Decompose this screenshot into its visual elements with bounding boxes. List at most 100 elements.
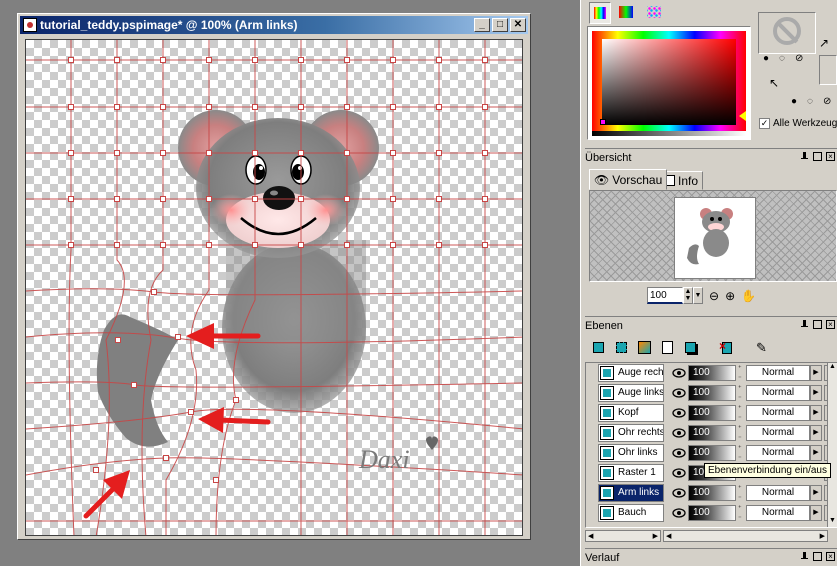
scroll-down-icon[interactable]: ▼: [828, 517, 837, 527]
mesh-node[interactable]: [344, 104, 350, 110]
visibility-eye-icon[interactable]: [672, 427, 686, 439]
foreground-swatch[interactable]: [758, 12, 816, 54]
pin-icon[interactable]: [800, 320, 809, 329]
mesh-node[interactable]: [151, 289, 157, 295]
overview-thumbnail[interactable]: [674, 197, 756, 279]
tab-vorschau[interactable]: 👁 Vorschau: [589, 169, 668, 190]
names-hscrollbar[interactable]: ◀ ▶: [585, 530, 661, 542]
mesh-node[interactable]: [298, 57, 304, 63]
mesh-node[interactable]: [482, 57, 488, 63]
delete-layer-icon[interactable]: ×: [717, 338, 737, 358]
saturation-value-square[interactable]: [602, 39, 736, 125]
new-adjustment-layer-icon[interactable]: [635, 338, 655, 358]
new-vector-layer-icon[interactable]: [612, 338, 632, 358]
layer-row[interactable]: Kopf 100 ⁺ ₋ Normal ▶: [586, 403, 837, 423]
pan-hand-icon[interactable]: ✋: [741, 289, 756, 303]
background-swatch[interactable]: [819, 55, 837, 85]
gradient-icon[interactable]: ◌: [779, 53, 795, 67]
blend-mode-arrow-icon[interactable]: ▶: [810, 505, 822, 521]
opacity-spinner[interactable]: ⁺₋: [738, 385, 744, 401]
grayscale-strip[interactable]: [592, 131, 746, 136]
visibility-eye-icon[interactable]: [672, 487, 686, 499]
overview-preview-area[interactable]: [589, 190, 837, 282]
psp-document-icon[interactable]: [23, 18, 37, 32]
blend-mode-select[interactable]: Normal: [746, 385, 810, 401]
swap-colors-icon[interactable]: ↗: [819, 36, 829, 50]
mesh-node[interactable]: [390, 57, 396, 63]
blend-mode-select[interactable]: Normal: [746, 445, 810, 461]
new-raster-layer-icon[interactable]: [589, 338, 609, 358]
blend-mode-select[interactable]: Normal: [746, 485, 810, 501]
visibility-eye-icon[interactable]: [672, 507, 686, 519]
mesh-node[interactable]: [114, 242, 120, 248]
blend-mode-select[interactable]: Normal: [746, 405, 810, 421]
mesh-node[interactable]: [344, 196, 350, 202]
mesh-node[interactable]: [68, 196, 74, 202]
layer-row[interactable]: Arm links 100 ⁺ ₋ Normal ▶: [586, 483, 837, 503]
mesh-node[interactable]: [175, 334, 181, 340]
mesh-node[interactable]: [206, 196, 212, 202]
mesh-node[interactable]: [233, 397, 239, 403]
history-panel-header[interactable]: Verlauf ×: [585, 548, 837, 566]
minimize-button[interactable]: _: [474, 18, 490, 32]
zoom-in-icon[interactable]: ⊕: [725, 289, 735, 303]
mesh-node[interactable]: [390, 196, 396, 202]
close-panel-button[interactable]: ×: [826, 320, 835, 329]
bg-solid-icon[interactable]: ●: [791, 96, 807, 110]
restore-panel-button[interactable]: [813, 552, 822, 561]
mesh-node[interactable]: [93, 467, 99, 473]
mesh-node[interactable]: [390, 150, 396, 156]
mesh-node[interactable]: [482, 150, 488, 156]
mesh-node[interactable]: [131, 382, 137, 388]
mesh-node[interactable]: [436, 57, 442, 63]
image-canvas[interactable]: Daxi: [25, 39, 523, 536]
bg-gradient-icon[interactable]: ◌: [807, 96, 823, 110]
spectrum-tab[interactable]: [615, 2, 637, 24]
bg-no-fill-icon[interactable]: ⊘: [823, 96, 837, 110]
reset-colors-icon[interactable]: ↖: [769, 76, 779, 90]
opacity-spinner[interactable]: ⁺₋: [738, 505, 744, 521]
mesh-node[interactable]: [252, 104, 258, 110]
layers-list[interactable]: Auge rech 100 ⁺ ₋ Normal ▶ Auge links 100 ⁺ ₋ Norm…: [585, 362, 837, 528]
mesh-node[interactable]: [206, 57, 212, 63]
layer-opacity[interactable]: 100: [688, 485, 736, 501]
visibility-eye-icon[interactable]: [672, 447, 686, 459]
mesh-node[interactable]: [390, 104, 396, 110]
pin-icon[interactable]: [800, 152, 809, 161]
mesh-node[interactable]: [298, 196, 304, 202]
mesh-node[interactable]: [344, 150, 350, 156]
layer-row[interactable]: Auge rech 100 ⁺ ₋ Normal ▶: [586, 363, 837, 383]
mesh-node[interactable]: [482, 196, 488, 202]
blend-mode-select[interactable]: Normal: [746, 425, 810, 441]
layer-row[interactable]: Bauch 100 ⁺ ₋ Normal ▶: [586, 503, 837, 523]
close-panel-button[interactable]: ×: [826, 552, 835, 561]
mesh-node[interactable]: [160, 150, 166, 156]
mesh-node[interactable]: [206, 104, 212, 110]
mesh-node[interactable]: [213, 477, 219, 483]
mesh-node[interactable]: [482, 104, 488, 110]
layer-opacity[interactable]: 100: [688, 385, 736, 401]
layer-opacity[interactable]: 100: [688, 365, 736, 381]
opacity-spinner[interactable]: ⁺₋: [738, 405, 744, 421]
mesh-node[interactable]: [163, 455, 169, 461]
mesh-node[interactable]: [206, 242, 212, 248]
mesh-node[interactable]: [344, 57, 350, 63]
restore-panel-button[interactable]: [813, 320, 822, 329]
layer-row[interactable]: Ohr rechts 100 ⁺ ₋ Normal ▶: [586, 423, 837, 443]
blend-mode-arrow-icon[interactable]: ▶: [810, 405, 822, 421]
layer-row[interactable]: Ohr links 100 ⁺ ₋ Normal ▶: [586, 443, 837, 463]
mesh-node[interactable]: [114, 196, 120, 202]
solid-color-icon[interactable]: ●: [763, 53, 779, 67]
blend-mode-arrow-icon[interactable]: ▶: [810, 485, 822, 501]
blend-mode-arrow-icon[interactable]: ▶: [810, 425, 822, 441]
mesh-node[interactable]: [252, 57, 258, 63]
mesh-node[interactable]: [252, 150, 258, 156]
zoom-spinner[interactable]: ▲ ▼: [683, 287, 693, 304]
canvas-artwork[interactable]: Daxi: [26, 40, 523, 536]
mesh-node[interactable]: [298, 104, 304, 110]
mesh-node[interactable]: [436, 150, 442, 156]
zoom-dropdown-button[interactable]: ▼: [693, 287, 703, 304]
no-fill-icon[interactable]: ⊘: [795, 53, 811, 67]
layer-opacity[interactable]: 100: [688, 405, 736, 421]
visibility-eye-icon[interactable]: [672, 367, 686, 379]
